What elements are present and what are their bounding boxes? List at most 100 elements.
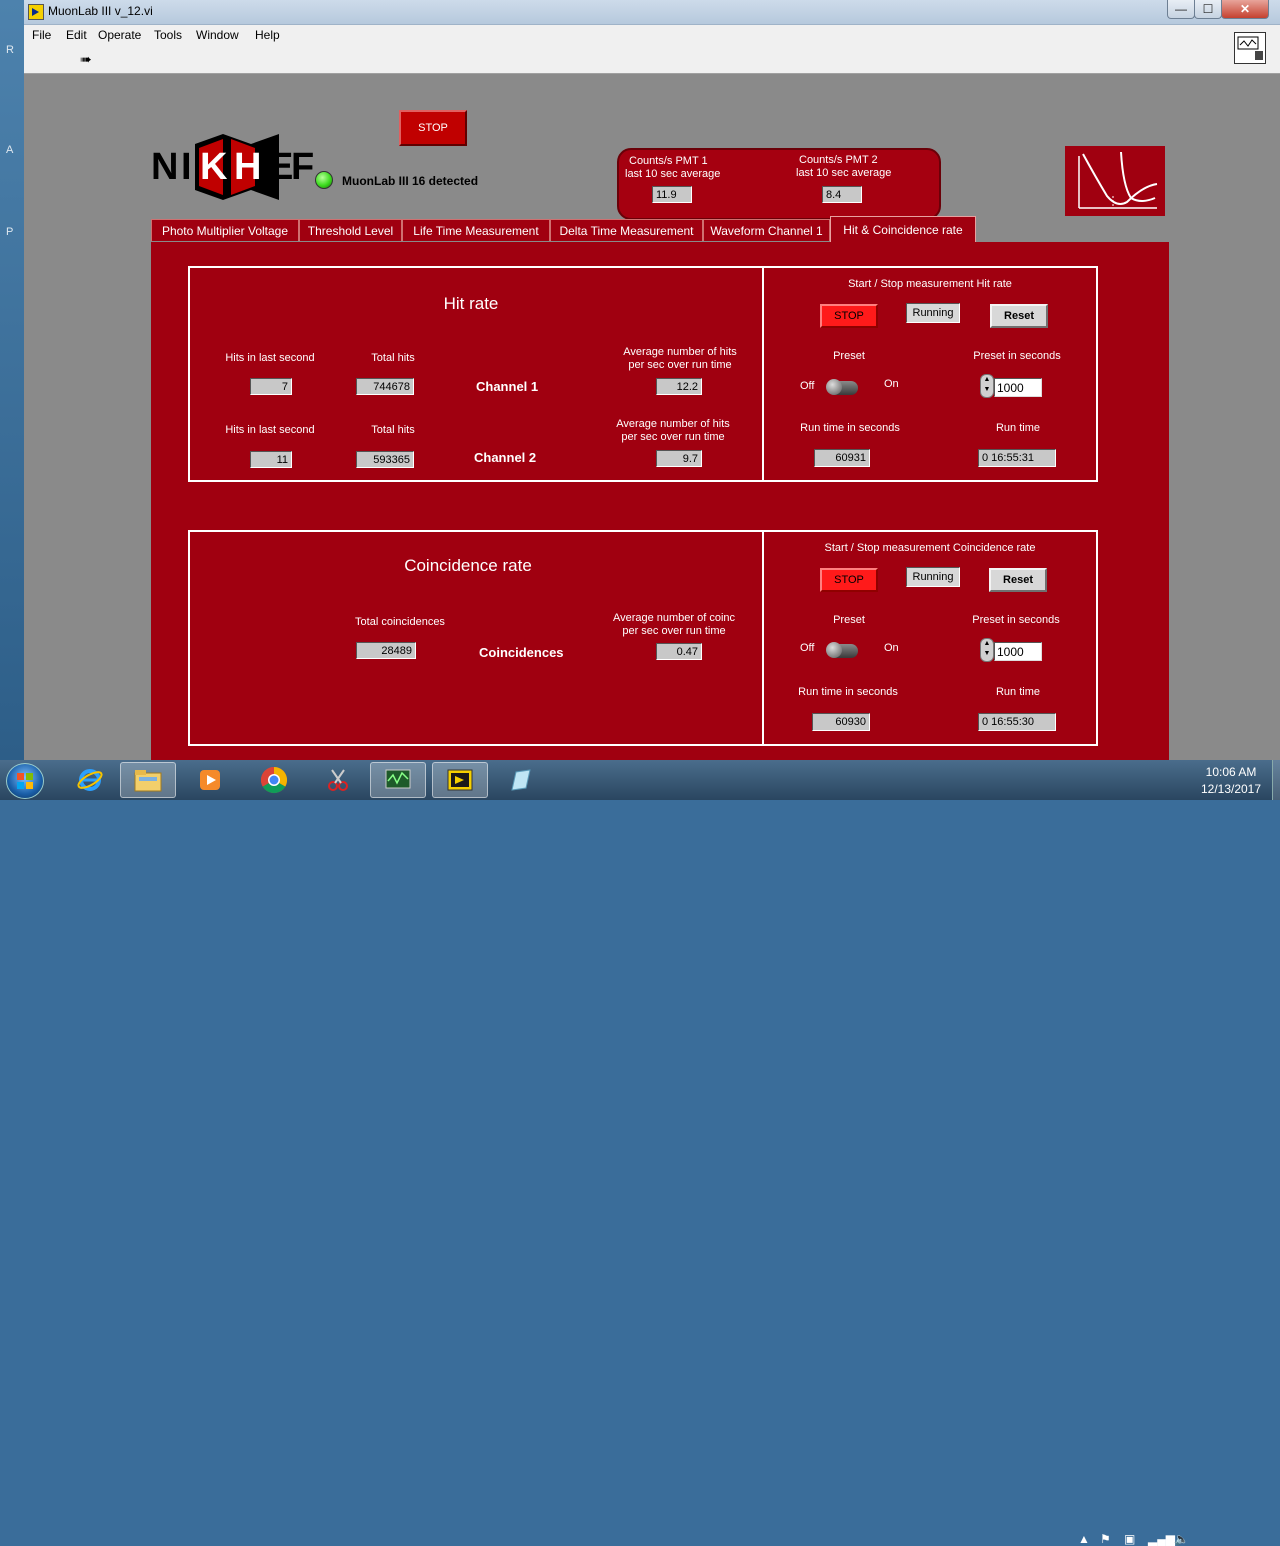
taskbar-clock-date[interactable]: 12/13/2017 bbox=[1195, 782, 1267, 796]
maximize-button[interactable]: ☐ bbox=[1194, 0, 1222, 19]
coinc-avg-label-2: per sec over run time bbox=[622, 625, 726, 637]
hit-rate-title: Hit rate bbox=[443, 294, 499, 313]
detected-led-indicator bbox=[315, 171, 333, 189]
total-coincidences-indicator: 28489 bbox=[356, 642, 416, 659]
total-coincidences-label: Total coincidences bbox=[355, 616, 445, 628]
pmt2-rate-indicator: 8.4 bbox=[822, 186, 862, 203]
logo-letter-i: I bbox=[181, 146, 192, 188]
hit-rate-run-time-seconds-label: Run time in seconds bbox=[800, 422, 900, 434]
coinc-avg-label-1: Average number of coinc bbox=[612, 612, 736, 624]
menu-edit[interactable]: Edit bbox=[66, 28, 87, 42]
menu-operate[interactable]: Operate bbox=[98, 28, 141, 42]
toolbar: ➠ bbox=[24, 46, 1280, 74]
tab-content: Hit rate Hits in last second Total hits … bbox=[151, 242, 1169, 760]
ch2-hits-last-second-label: Hits in last second bbox=[225, 424, 315, 436]
coincidence-stop-button[interactable]: STOP bbox=[820, 568, 878, 592]
coincidences-label: Coincidences bbox=[479, 645, 564, 660]
show-hidden-icons[interactable]: ▲ bbox=[1078, 1532, 1090, 1546]
hit-rate-run-time-indicator: 0 16:55:31 bbox=[978, 449, 1056, 467]
labview-icon[interactable] bbox=[432, 762, 488, 798]
hit-rate-stop-button[interactable]: STOP bbox=[820, 304, 878, 328]
pmt1-title: Counts/s PMT 1 bbox=[629, 155, 708, 167]
media-player-icon[interactable] bbox=[182, 762, 238, 798]
ch2-avg-label-2: per sec over run time bbox=[621, 431, 725, 443]
front-panel: STOP N I K H E F MuonLab III 16 detected… bbox=[24, 74, 1280, 760]
start-button-icon[interactable] bbox=[6, 763, 44, 799]
tab-delta-time-measurement[interactable]: Delta Time Measurement bbox=[550, 219, 703, 241]
hit-rate-section: Hit rate Hits in last second Total hits … bbox=[188, 266, 764, 482]
main-stop-button[interactable]: STOP bbox=[399, 110, 467, 146]
coinc-average-indicator: 0.47 bbox=[656, 643, 702, 660]
tab-photo-multiplier-voltage[interactable]: Photo Multiplier Voltage bbox=[151, 219, 299, 241]
minimize-button[interactable]: — bbox=[1167, 0, 1195, 19]
device-icon[interactable]: ▣ bbox=[1124, 1532, 1135, 1546]
run-arrow-icon[interactable]: ➠ bbox=[80, 52, 98, 66]
snipping-icon[interactable] bbox=[310, 762, 366, 798]
channel-2-label: Channel 2 bbox=[474, 450, 537, 465]
coincidence-preset-toggle[interactable] bbox=[826, 642, 858, 658]
hit-rate-reset-button[interactable]: Reset bbox=[990, 304, 1048, 328]
ch1-hits-last-second-label: Hits in last second bbox=[225, 352, 315, 364]
logo-letter-h: H bbox=[234, 146, 262, 188]
notepad-icon[interactable] bbox=[492, 762, 548, 798]
hit-rate-preset-label: Preset bbox=[833, 350, 865, 362]
coincidence-reset-button[interactable]: Reset bbox=[989, 568, 1047, 592]
coincidence-run-time-seconds-label: Run time in seconds bbox=[798, 686, 898, 698]
logo-letter-f: F bbox=[291, 146, 315, 188]
menu-file[interactable]: File bbox=[32, 28, 51, 42]
ch1-average-indicator: 12.2 bbox=[656, 378, 702, 395]
hit-rate-preset-seconds-input[interactable]: 1000 bbox=[994, 378, 1042, 397]
hit-rate-preset-seconds-label: Preset in seconds bbox=[973, 350, 1061, 362]
pmt2-subtitle: last 10 sec average bbox=[796, 167, 892, 179]
pmt1-subtitle: last 10 sec average bbox=[625, 168, 721, 180]
volume-icon[interactable]: 🔈 bbox=[1174, 1532, 1189, 1546]
labview-window: MuonLab III v_12.vi — ☐ ✕ File Edit Oper… bbox=[24, 0, 1280, 760]
network-signal-icon[interactable]: ▂▄▆ bbox=[1148, 1532, 1175, 1546]
ch1-avg-label-1: Average number of hits bbox=[623, 346, 737, 358]
tab-waveform-channel-1[interactable]: Waveform Channel 1 bbox=[703, 219, 830, 241]
detected-text: MuonLab III 16 detected bbox=[342, 174, 479, 188]
tab-threshold-level[interactable]: Threshold Level bbox=[299, 219, 402, 241]
hit-rate-run-time-seconds-indicator: 60931 bbox=[814, 449, 870, 467]
taskbar-clock-time[interactable]: 10:06 AM bbox=[1195, 765, 1267, 779]
menu-window[interactable]: Window bbox=[196, 28, 239, 42]
hit-rate-control-title: Start / Stop measurement Hit rate bbox=[848, 278, 1012, 290]
coincidence-run-time-seconds-indicator: 60930 bbox=[812, 713, 870, 731]
oscilloscope-icon[interactable] bbox=[370, 762, 426, 798]
coincidence-preset-label: Preset bbox=[833, 614, 865, 626]
coincidence-preset-seconds-label: Preset in seconds bbox=[972, 614, 1060, 626]
ie-icon[interactable] bbox=[62, 762, 118, 798]
title-bar[interactable]: MuonLab III v_12.vi — ☐ ✕ bbox=[24, 0, 1280, 25]
vi-connector-icon[interactable] bbox=[1234, 32, 1266, 64]
explorer-icon[interactable] bbox=[120, 762, 176, 798]
hit-rate-status-indicator: Running bbox=[906, 303, 960, 323]
show-desktop-button[interactable] bbox=[1272, 760, 1280, 800]
coincidence-preset-seconds-input[interactable]: 1000 bbox=[994, 642, 1042, 661]
hit-rate-control-section: Start / Stop measurement Hit rate STOP R… bbox=[762, 266, 1098, 482]
close-button[interactable]: ✕ bbox=[1221, 0, 1269, 19]
hit-rate-run-time-label: Run time bbox=[995, 422, 1041, 434]
desktop-strip: R A P bbox=[0, 0, 24, 760]
hit-rate-on-label: On bbox=[884, 378, 899, 390]
hit-rate-off-label: Off bbox=[800, 380, 815, 392]
chrome-icon[interactable] bbox=[246, 762, 302, 798]
coincidence-title: Coincidence rate bbox=[404, 556, 532, 575]
nikhef-logo: N I K H E F bbox=[151, 134, 314, 200]
hit-rate-preset-toggle[interactable] bbox=[826, 379, 858, 395]
action-center-flag-icon[interactable]: ⚑ bbox=[1100, 1532, 1111, 1546]
ch2-total-hits-indicator: 593365 bbox=[356, 451, 414, 468]
tab-life-time-measurement[interactable]: Life Time Measurement bbox=[402, 219, 550, 241]
hit-rate-preset-spinner[interactable]: ▲ ▼ bbox=[980, 374, 994, 398]
logo-letter-n: N bbox=[151, 146, 179, 188]
ch2-avg-label-1: Average number of hits bbox=[616, 418, 730, 430]
ch1-total-hits-indicator: 744678 bbox=[356, 378, 414, 395]
channel-1-label: Channel 1 bbox=[476, 379, 539, 394]
tab-hit-coincidence-rate[interactable]: Hit & Coincidence rate bbox=[830, 216, 976, 242]
ch2-average-indicator: 9.7 bbox=[656, 450, 702, 467]
logo-letter-e: E bbox=[268, 146, 294, 188]
menu-help[interactable]: Help bbox=[255, 28, 280, 42]
ch1-avg-label-2: per sec over run time bbox=[628, 359, 732, 371]
coincidence-preset-spinner[interactable]: ▲ ▼ bbox=[980, 638, 994, 662]
coincidence-control-title: Start / Stop measurement Coincidence rat… bbox=[824, 542, 1036, 554]
menu-tools[interactable]: Tools bbox=[154, 28, 182, 42]
